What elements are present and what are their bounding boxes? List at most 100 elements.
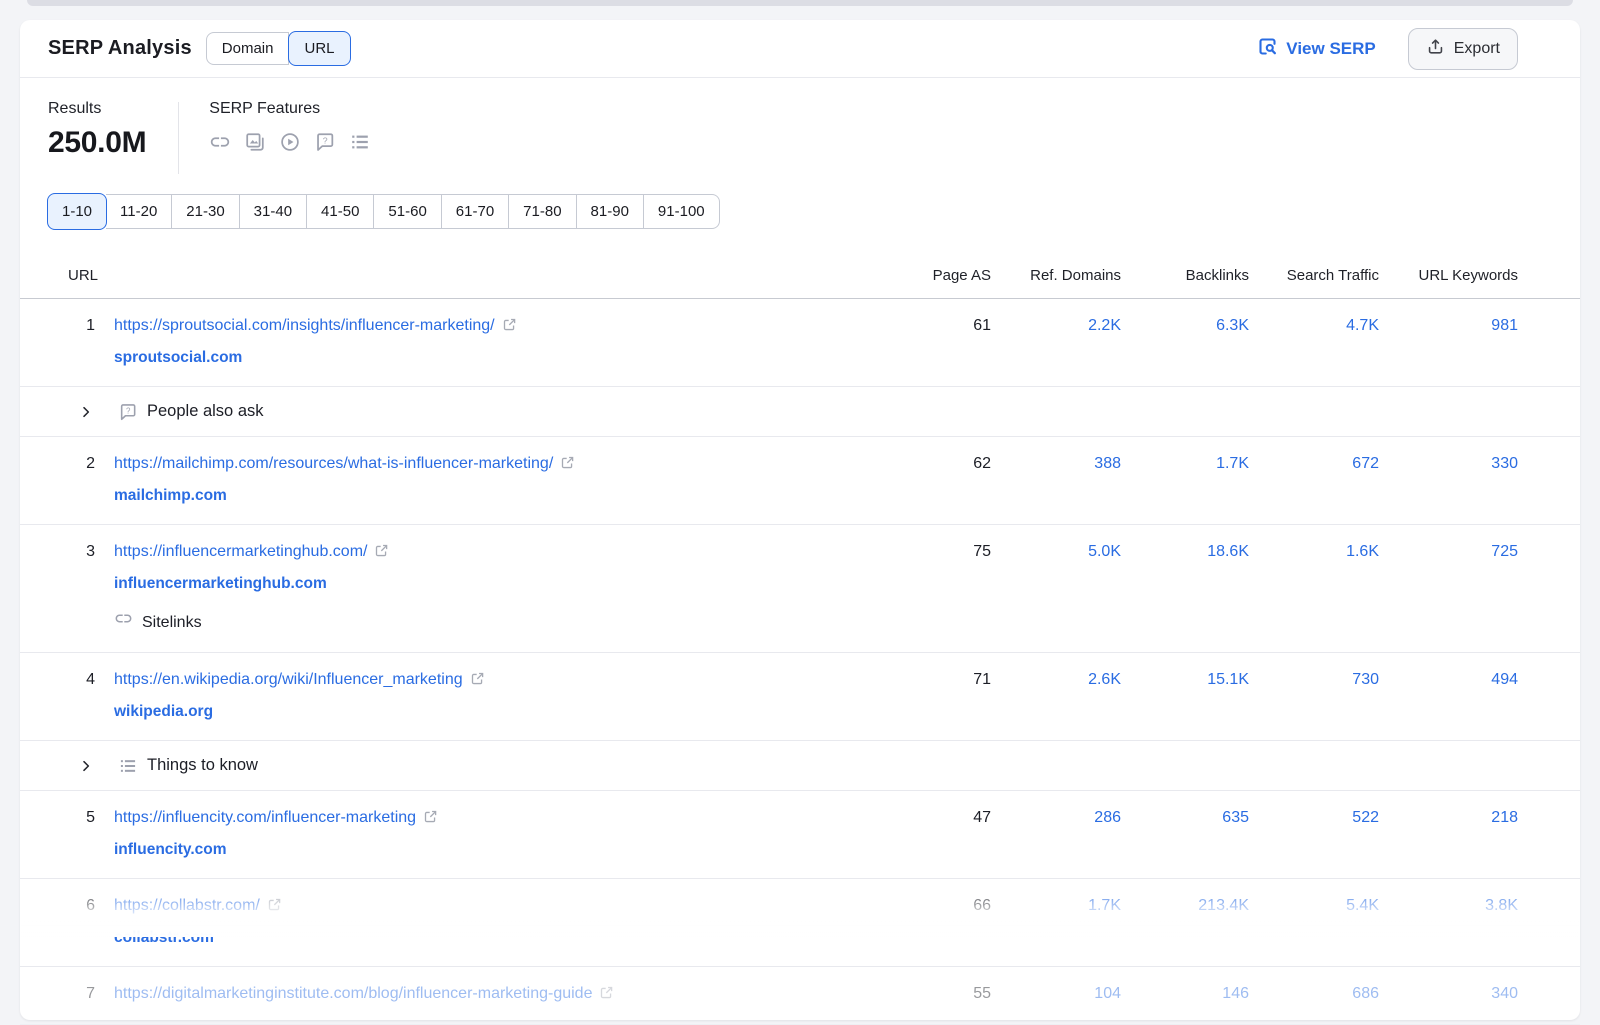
external-link-icon[interactable] — [599, 983, 614, 1009]
external-link-icon[interactable] — [560, 453, 575, 479]
result-url-link[interactable]: https://mailchimp.com/resources/what-is-… — [114, 455, 553, 472]
url-keywords-value[interactable]: 981 — [1379, 313, 1518, 339]
result-url-link[interactable]: https://digitalmarketinginstitute.com/bl… — [114, 985, 592, 1002]
search-traffic-value[interactable]: 5.4K — [1249, 893, 1379, 919]
serp-feature-label: People also ask — [147, 402, 264, 421]
pagination-button-71-80[interactable]: 71-80 — [509, 194, 576, 229]
result-url-link[interactable]: https://influencity.com/influencer-marke… — [114, 809, 416, 826]
result-url-link[interactable]: https://sproutsocial.com/insights/influe… — [114, 317, 495, 334]
url-cell: https://influencity.com/influencer-marke… — [114, 805, 891, 863]
export-label: Export — [1454, 40, 1500, 58]
page-as-value: 61 — [891, 313, 991, 339]
search-traffic-value[interactable]: 522 — [1249, 805, 1379, 831]
result-url-link[interactable]: https://influencermarketinghub.com/ — [114, 543, 367, 560]
chevron-right-icon[interactable] — [78, 404, 94, 420]
external-link-icon[interactable] — [423, 807, 438, 833]
sitelinks-feature[interactable]: Sitelinks — [114, 609, 891, 637]
backlinks-value[interactable]: 18.6K — [1121, 539, 1249, 565]
result-domain-link[interactable]: influencity.com — [114, 837, 227, 863]
export-button[interactable]: Export — [1408, 28, 1518, 70]
result-domain-link[interactable]: sproutsocial.com — [114, 345, 242, 371]
url-cell: https://collabstr.com/ collabstr.com — [114, 893, 891, 951]
summary-section: Results 250.0M SERP Features — [20, 78, 1580, 182]
svg-text:?: ? — [126, 406, 131, 415]
sitelinks-icon[interactable] — [209, 131, 231, 153]
serp-features-label: SERP Features — [209, 100, 371, 118]
table-row: 5 https://influencity.com/influencer-mar… — [20, 791, 1580, 879]
serp-feature-row[interactable]: ? People also ask — [20, 387, 1580, 437]
result-url-link[interactable]: https://collabstr.com/ — [114, 897, 260, 914]
url-cell: https://sproutsocial.com/insights/influe… — [114, 313, 891, 371]
rank-number: 4 — [68, 667, 114, 693]
result-domain-link[interactable]: wikipedia.org — [114, 699, 213, 725]
rank-number: 2 — [68, 451, 114, 477]
pagination-button-61-70[interactable]: 61-70 — [442, 194, 509, 229]
question-bubble-icon: ? — [118, 402, 138, 422]
table-row: 3 https://influencermarketinghub.com/ in… — [20, 525, 1580, 653]
search-traffic-value[interactable]: 686 — [1249, 981, 1379, 1007]
rank-number: 5 — [68, 805, 114, 831]
result-domain-link[interactable]: influencermarketinghub.com — [114, 571, 327, 597]
toggle-domain-button[interactable]: Domain — [206, 32, 290, 65]
table-row: 6 https://collabstr.com/ collabstr.com 6… — [20, 879, 1580, 967]
url-keywords-value[interactable]: 3.8K — [1379, 893, 1518, 919]
ref-domains-value[interactable]: 1.7K — [991, 893, 1121, 919]
page-as-value: 55 — [891, 981, 991, 1007]
ref-domains-value[interactable]: 2.6K — [991, 667, 1121, 693]
things-to-know-icon[interactable] — [349, 131, 371, 153]
search-traffic-value[interactable]: 730 — [1249, 667, 1379, 693]
toggle-url-button[interactable]: URL — [288, 31, 350, 66]
url-keywords-value[interactable]: 725 — [1379, 539, 1518, 565]
result-domain-link[interactable]: collabstr.com — [114, 925, 214, 951]
page-as-value: 62 — [891, 451, 991, 477]
search-traffic-value[interactable]: 1.6K — [1249, 539, 1379, 565]
pagination-button-21-30[interactable]: 21-30 — [172, 194, 239, 229]
backlinks-value[interactable]: 146 — [1121, 981, 1249, 1007]
result-url-link[interactable]: https://en.wikipedia.org/wiki/Influencer… — [114, 671, 463, 688]
pagination-button-31-40[interactable]: 31-40 — [240, 194, 307, 229]
rank-number: 1 — [68, 313, 114, 339]
backlinks-value[interactable]: 15.1K — [1121, 667, 1249, 693]
chevron-right-icon[interactable] — [78, 758, 94, 774]
ref-domains-value[interactable]: 388 — [991, 451, 1121, 477]
external-link-icon[interactable] — [470, 669, 485, 695]
view-serp-button[interactable]: View SERP — [1251, 35, 1381, 63]
external-link-icon[interactable] — [502, 315, 517, 341]
column-header-search-traffic: Search Traffic — [1249, 267, 1379, 284]
backlinks-value[interactable]: 1.7K — [1121, 451, 1249, 477]
pagination-button-81-90[interactable]: 81-90 — [577, 194, 644, 229]
serp-analysis-card: SERP Analysis Domain URL View SERP — [20, 20, 1580, 1020]
ref-domains-value[interactable]: 2.2K — [991, 313, 1121, 339]
ref-domains-value[interactable]: 286 — [991, 805, 1121, 831]
search-traffic-value[interactable]: 4.7K — [1249, 313, 1379, 339]
url-keywords-value[interactable]: 330 — [1379, 451, 1518, 477]
table-row: 7 https://digitalmarketinginstitute.com/… — [20, 967, 1580, 1025]
pagination-button-1-10[interactable]: 1-10 — [47, 193, 107, 230]
result-domain-link[interactable]: mailchimp.com — [114, 483, 227, 509]
pagination-button-11-20[interactable]: 11-20 — [106, 194, 172, 229]
pagination-button-91-100[interactable]: 91-100 — [644, 194, 720, 229]
url-keywords-value[interactable]: 494 — [1379, 667, 1518, 693]
ref-domains-value[interactable]: 104 — [991, 981, 1121, 1007]
external-link-icon[interactable] — [374, 541, 389, 567]
serp-feature-row[interactable]: ? Things to know — [20, 741, 1580, 791]
pagination: 1-1011-2021-3031-4041-5051-6061-7071-808… — [48, 194, 720, 229]
column-header-url: URL — [68, 267, 891, 284]
pagination-button-51-60[interactable]: 51-60 — [374, 194, 441, 229]
search-traffic-value[interactable]: 672 — [1249, 451, 1379, 477]
table-row: 4 https://en.wikipedia.org/wiki/Influenc… — [20, 653, 1580, 741]
backlinks-value[interactable]: 213.4K — [1121, 893, 1249, 919]
people-also-ask-icon[interactable]: ? — [314, 131, 336, 153]
external-link-icon[interactable] — [267, 895, 282, 921]
image-icon[interactable] — [244, 131, 266, 153]
domain-url-toggle: Domain URL — [206, 32, 350, 65]
view-serp-label: View SERP — [1286, 39, 1375, 59]
serp-features-icons: ? — [209, 131, 371, 153]
pagination-button-41-50[interactable]: 41-50 — [307, 194, 374, 229]
url-keywords-value[interactable]: 218 — [1379, 805, 1518, 831]
backlinks-value[interactable]: 6.3K — [1121, 313, 1249, 339]
video-icon[interactable] — [279, 131, 301, 153]
ref-domains-value[interactable]: 5.0K — [991, 539, 1121, 565]
backlinks-value[interactable]: 635 — [1121, 805, 1249, 831]
url-keywords-value[interactable]: 340 — [1379, 981, 1518, 1007]
